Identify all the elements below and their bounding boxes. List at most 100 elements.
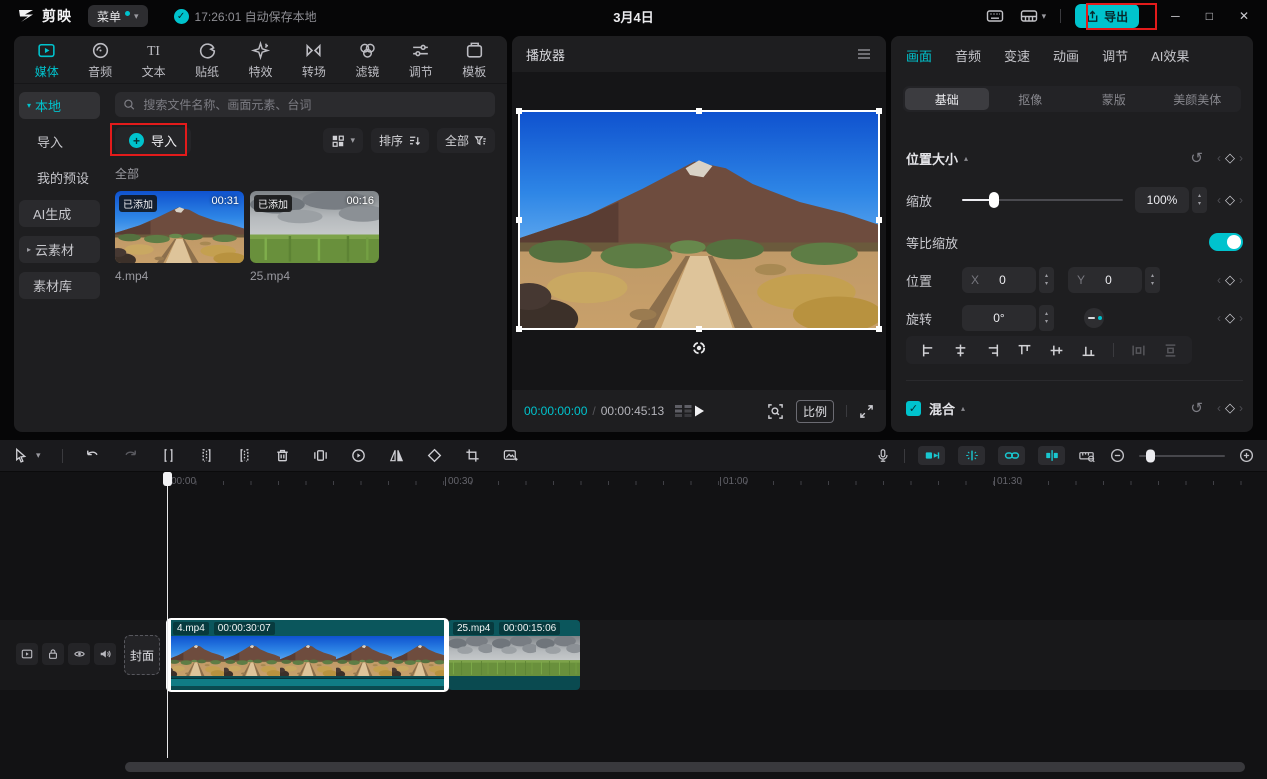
zoom-in-icon[interactable] [1238,447,1255,464]
sidebar-item-import[interactable]: 导入 [19,128,100,155]
tab-audio[interactable]: 音频 [73,40,126,80]
video-preview[interactable] [518,110,880,330]
tab-adjust-settings[interactable]: 调节 [1102,46,1128,65]
distribute-vertical-icon[interactable] [1163,343,1178,358]
mute-track-icon[interactable] [94,643,116,665]
play-button[interactable] [692,404,706,418]
scale-slider[interactable] [962,199,1123,201]
preview-axis-toggle[interactable] [1038,446,1065,465]
align-left-icon[interactable] [921,343,936,358]
sidebar-item-presets[interactable]: 我的预设 [19,164,100,191]
keyframe-diamond-icon[interactable]: ◇ [1225,310,1235,326]
cover-button[interactable]: 封面 [124,635,160,675]
subtab-basic[interactable]: 基础 [905,88,989,110]
sidebar-item-cloud-assets[interactable]: ▸ 云素材 [19,236,100,263]
trim-right-icon[interactable] [236,447,253,464]
select-tool-icon[interactable] [12,447,29,464]
redo-icon[interactable] [122,447,139,464]
tab-templates[interactable]: 模板 [448,40,501,80]
search-input[interactable] [141,97,487,113]
layout-switch-icon[interactable]: ▾ [1019,6,1047,26]
resize-handle[interactable] [876,217,882,223]
align-center-horizontal-icon[interactable] [953,343,968,358]
tab-effects[interactable]: 特效 [234,40,287,80]
reset-icon[interactable]: ↺ [1190,399,1203,417]
export-button[interactable]: 导出 [1075,4,1139,28]
timeline-clip-1[interactable]: 4.mp4 00:00:30:07 [168,620,447,690]
window-minimize-button[interactable]: ─ [1171,9,1180,23]
keyframe-control[interactable]: ‹ ◇ › [1217,192,1243,208]
tab-transitions[interactable]: 转场 [287,40,340,80]
subtab-mask[interactable]: 蒙版 [1072,88,1156,110]
keyframe-diamond-icon[interactable]: ◇ [1225,400,1235,416]
main-track-magnet-toggle[interactable] [918,446,945,465]
tab-ai-effects[interactable]: AI效果 [1151,46,1189,65]
chevron-down-icon[interactable]: ▾ [36,450,41,461]
rotation-dial[interactable] [1084,308,1104,328]
menu-button[interactable]: 菜单 ▾ [88,5,148,27]
keyframe-control[interactable]: ‹ ◇ › [1217,150,1243,166]
track-type-icon[interactable] [16,643,38,665]
media-clip-card[interactable]: 已添加 00:31 4.mp4 [115,191,244,283]
tab-text[interactable]: TI 文本 [127,40,180,80]
playhead[interactable] [163,472,172,758]
window-maximize-button[interactable]: □ [1206,9,1213,23]
position-x-stepper[interactable]: ▴▾ [1039,267,1054,293]
align-bottom-icon[interactable] [1081,343,1096,358]
horizontal-scrollbar[interactable] [125,762,1245,772]
player-canvas[interactable] [512,72,886,390]
view-mode-button[interactable]: ▾ [323,128,363,153]
clip-trim-handle-right[interactable] [444,620,449,690]
freeze-frame-icon[interactable] [312,447,329,464]
keyframe-control[interactable]: ‹ ◇ › [1217,400,1243,416]
slider-knob[interactable] [989,192,999,208]
reset-icon[interactable]: ↺ [1190,149,1203,167]
tab-stickers[interactable]: 贴纸 [180,40,233,80]
resize-handle[interactable] [876,108,882,114]
auto-snap-toggle[interactable] [958,446,985,465]
collapse-icon[interactable]: ▴ [961,404,965,413]
rotate-icon[interactable] [426,447,443,464]
resize-handle[interactable] [516,108,522,114]
resize-handle[interactable] [516,326,522,332]
shortcut-keyboard-icon[interactable] [985,6,1005,26]
playhead-handle[interactable] [163,472,172,486]
blend-checkbox[interactable]: ✓ [906,401,921,416]
linkage-toggle[interactable] [998,446,1025,465]
search-bar[interactable] [115,92,495,117]
keyframe-diamond-icon[interactable]: ◇ [1225,150,1235,166]
window-close-button[interactable]: ✕ [1239,9,1249,23]
tab-picture[interactable]: 画面 [906,46,932,65]
keyframe-diamond-icon[interactable]: ◇ [1225,272,1235,288]
sidebar-item-asset-library[interactable]: 素材库 [19,272,100,299]
import-button[interactable]: + 导入 [115,127,191,154]
tab-adjust[interactable]: 调节 [394,40,447,80]
subtab-beauty[interactable]: 美颜美体 [1156,88,1240,110]
position-y-field[interactable]: Y 0 [1068,267,1142,293]
zoom-out-icon[interactable] [1109,447,1126,464]
align-top-icon[interactable] [1017,343,1032,358]
resize-handle[interactable] [516,217,522,223]
collapse-icon[interactable]: ▴ [964,154,968,163]
rotate-handle-icon[interactable] [691,340,707,356]
record-voiceover-icon[interactable] [875,447,891,464]
keyframe-diamond-icon[interactable]: ◇ [1225,192,1235,208]
tab-filters[interactable]: 滤镜 [341,40,394,80]
position-y-stepper[interactable]: ▴▾ [1145,267,1160,293]
aspect-ratio-button[interactable]: 比例 [796,400,834,423]
timeline-zoom-slider[interactable] [1139,455,1225,457]
sidebar-item-local[interactable]: ▾ 本地 [19,92,100,119]
clip-thumbnail[interactable]: 已添加 00:31 [115,191,244,263]
crop-icon[interactable] [464,447,481,464]
timeline-scale-icon[interactable] [1078,448,1096,464]
delete-icon[interactable] [274,447,291,464]
fullscreen-icon[interactable] [859,404,874,419]
tab-media[interactable]: 媒体 [20,40,73,80]
keyframe-control[interactable]: ‹ ◇ › [1217,272,1243,288]
sidebar-item-ai-generate[interactable]: AI生成 [19,200,100,227]
keyframe-control[interactable]: ‹ ◇ › [1217,310,1243,326]
align-middle-vertical-icon[interactable] [1049,343,1064,358]
reverse-icon[interactable] [350,447,367,464]
trim-left-icon[interactable] [198,447,215,464]
distribute-horizontal-icon[interactable] [1131,343,1146,358]
